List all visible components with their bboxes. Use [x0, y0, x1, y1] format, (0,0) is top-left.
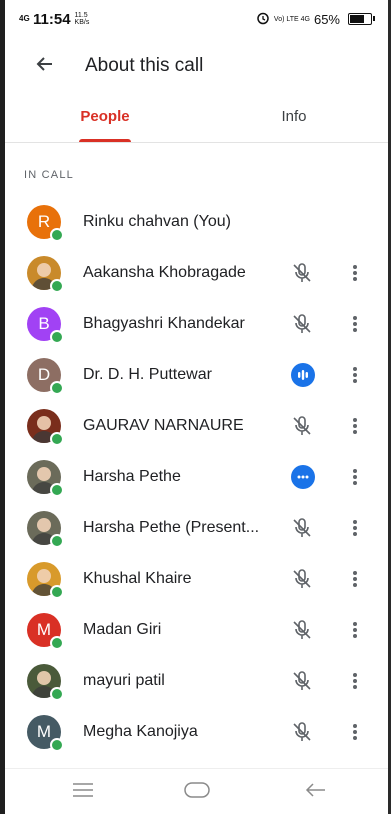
mic-off-icon	[289, 515, 315, 541]
avatar-wrapper	[27, 459, 64, 497]
participant-name: Aakansha Khobragade	[83, 263, 246, 281]
mic-off-icon	[289, 260, 315, 286]
tab-bar: People Info	[5, 96, 388, 143]
more-vert-icon[interactable]	[345, 617, 365, 643]
more-vert-icon[interactable]	[345, 311, 365, 337]
avatar-wrapper	[27, 408, 64, 446]
mic-off-icon	[289, 668, 315, 694]
presence-dot	[50, 482, 64, 497]
avatar-wrapper	[27, 561, 64, 599]
participant-name: Megha Kanojiya	[83, 722, 198, 740]
mic-off-icon	[289, 566, 315, 592]
participant-row[interactable]: B Bhagyashri Khandekar	[5, 298, 388, 349]
presence-dot	[50, 380, 64, 395]
mic-off-icon	[289, 413, 315, 439]
avatar-initial: R	[37, 211, 51, 231]
home-icon	[184, 781, 210, 803]
volte-indicator: Vo) LTE 4G	[273, 15, 310, 23]
participant-row[interactable]: R Rinku chahvan (You)	[5, 196, 388, 247]
participant-name: Harsha Pethe (Present...	[83, 518, 260, 536]
mic-off-icon	[289, 617, 315, 643]
back-icon	[304, 782, 326, 803]
presence-dot	[50, 227, 64, 242]
section-label: IN CALL	[24, 169, 74, 181]
participant-row[interactable]: D Dr. D. H. Puttewar	[5, 349, 388, 400]
participant-name: mayuri patil	[83, 671, 165, 689]
participant-name: Harsha Pethe	[83, 467, 181, 485]
presence-dot	[50, 635, 64, 650]
avatar: D	[27, 357, 64, 395]
tab-people[interactable]: People	[65, 96, 145, 142]
system-back-button[interactable]	[295, 777, 335, 807]
participant-name: GAURAV NARNAURE	[83, 416, 244, 434]
presence-dot	[50, 278, 64, 293]
mic-off-icon	[289, 311, 315, 337]
navigation-bar	[5, 768, 388, 815]
network-indicator: 4G	[19, 14, 30, 23]
more-vert-icon[interactable]	[345, 362, 365, 388]
tab-people-label: People	[80, 108, 130, 125]
avatar: M	[27, 714, 64, 752]
network-speed: 11.5 KB/s	[74, 12, 90, 26]
avatar-initial: M	[36, 721, 52, 741]
presence-dot	[50, 584, 64, 599]
mic-off-icon	[289, 719, 315, 745]
avatar: B	[27, 306, 64, 344]
more-vert-icon[interactable]	[345, 515, 365, 541]
battery-percent: 65%	[313, 11, 340, 27]
more-vert-icon[interactable]	[345, 260, 365, 286]
more-vert-icon[interactable]	[345, 413, 365, 439]
presence-dot	[50, 431, 64, 446]
alarm-icon	[256, 11, 270, 28]
more-vert-icon[interactable]	[345, 464, 365, 490]
participant-row[interactable]: Harsha Pethe (Present...	[5, 502, 388, 553]
battery-icon	[348, 13, 375, 25]
participant-row[interactable]: Aakansha Khobragade	[5, 247, 388, 298]
audio-level-icon	[291, 362, 315, 387]
menu-icon	[72, 782, 94, 802]
status-time: 11:54	[33, 10, 71, 28]
participant-row[interactable]: mayuri patil	[5, 655, 388, 706]
arrow-back-icon	[35, 54, 55, 79]
more-dots-circle-icon	[291, 464, 315, 489]
presence-dot	[50, 686, 64, 701]
tab-info[interactable]: Info	[259, 96, 329, 142]
avatar-wrapper	[27, 663, 64, 701]
presence-dot	[50, 329, 64, 344]
active-tab-indicator	[79, 139, 131, 142]
avatar-wrapper	[27, 255, 64, 293]
presence-dot	[50, 737, 64, 752]
participant-list: R Rinku chahvan (You) Aakansha Khobragade B…	[5, 196, 388, 768]
participant-row[interactable]: Khushal Khaire	[5, 553, 388, 604]
participant-name: Bhagyashri Khandekar	[83, 314, 245, 332]
participant-row[interactable]: M Madan Giri	[5, 604, 388, 655]
back-button[interactable]	[25, 46, 65, 86]
home-button[interactable]	[177, 777, 217, 807]
avatar-initial: M	[36, 619, 52, 639]
participant-name: Madan Giri	[83, 620, 162, 638]
participant-name: Khushal Khaire	[83, 569, 192, 587]
avatar: R	[27, 204, 64, 242]
participant-row[interactable]: Harsha Pethe	[5, 451, 388, 502]
more-vert-icon[interactable]	[345, 566, 365, 592]
avatar-initial: D	[37, 364, 51, 384]
menu-button[interactable]	[63, 777, 103, 807]
app-bar: About this call	[5, 40, 388, 92]
participant-name: Rinku chahvan (You)	[83, 212, 231, 230]
tab-info-label: Info	[281, 108, 307, 125]
avatar-initial: B	[38, 313, 50, 333]
status-bar: 4G 11:54 11.5 KB/s Vo) LTE 4G 65%	[5, 0, 388, 38]
presence-dot	[50, 533, 64, 548]
participant-name: Dr. D. H. Puttewar	[83, 365, 212, 383]
avatar: M	[27, 612, 64, 650]
avatar-wrapper	[27, 510, 64, 548]
participant-row[interactable]: M Megha Kanojiya	[5, 706, 388, 757]
page-title: About this call	[85, 55, 204, 76]
more-vert-icon[interactable]	[345, 719, 365, 745]
participant-row[interactable]: GAURAV NARNAURE	[5, 400, 388, 451]
more-vert-icon[interactable]	[345, 668, 365, 694]
